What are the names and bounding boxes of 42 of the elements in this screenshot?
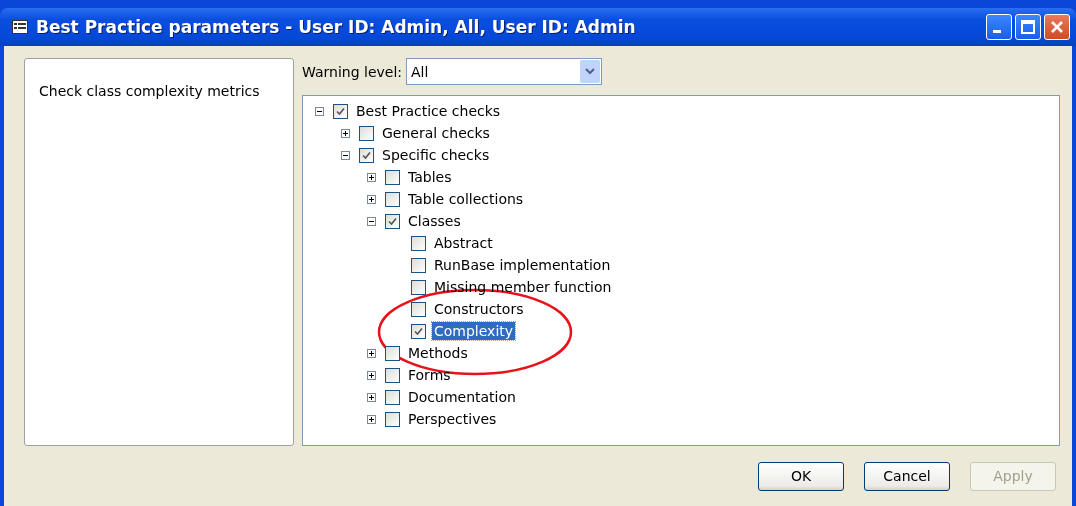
tree-item[interactable]: Perspectives	[406, 410, 499, 428]
checkbox[interactable]	[385, 345, 400, 361]
warning-level-label: Warning level:	[302, 63, 403, 80]
tree-item[interactable]: Abstract	[432, 234, 495, 252]
checkbox[interactable]	[385, 213, 400, 229]
tree-item[interactable]: Constructors	[432, 300, 526, 318]
tree-item[interactable]: Specific checks	[380, 146, 492, 164]
window-icon	[12, 20, 28, 34]
checkbox[interactable]	[385, 389, 400, 405]
checkbox[interactable]	[359, 147, 374, 163]
tree-item[interactable]: Tables	[406, 168, 454, 186]
tree-item[interactable]: Classes	[406, 212, 463, 230]
checkbox[interactable]	[385, 191, 400, 207]
dialog-button[interactable]: OK	[758, 461, 844, 491]
checkbox[interactable]	[411, 279, 426, 295]
checkbox[interactable]	[411, 257, 426, 273]
tree-item[interactable]: Table collections	[406, 190, 526, 208]
close-button[interactable]	[1044, 14, 1070, 40]
minimize-button[interactable]	[986, 14, 1012, 40]
minimize-icon	[993, 30, 1001, 33]
description-text: Check class complexity metrics	[39, 83, 260, 99]
checkbox[interactable]	[385, 169, 400, 185]
maximize-icon	[1021, 20, 1035, 34]
checkbox[interactable]	[411, 323, 426, 339]
dialog-button[interactable]: Cancel	[864, 461, 950, 491]
maximize-button[interactable]	[1015, 14, 1041, 40]
warning-level-dropdown[interactable]: All	[406, 58, 603, 85]
checkbox[interactable]	[411, 301, 426, 317]
tree-item[interactable]: Methods	[406, 344, 470, 362]
tree-item[interactable]: Forms	[406, 366, 453, 384]
tree-item[interactable]: Complexity	[432, 322, 516, 340]
tree-item[interactable]: RunBase implementation	[432, 256, 613, 274]
checkbox[interactable]	[385, 367, 400, 383]
checkbox[interactable]	[359, 125, 374, 141]
tree-item[interactable]: General checks	[380, 124, 492, 142]
tree-item[interactable]: Best Practice checks	[354, 102, 503, 120]
tree-item[interactable]: Documentation	[406, 388, 518, 406]
checkbox[interactable]	[333, 103, 348, 119]
checkbox[interactable]	[411, 235, 426, 251]
checkbox[interactable]	[385, 411, 400, 427]
window-title: Best Practice parameters - User ID: Admin, All, User ID: Admin	[36, 17, 637, 37]
close-icon	[1050, 20, 1064, 34]
